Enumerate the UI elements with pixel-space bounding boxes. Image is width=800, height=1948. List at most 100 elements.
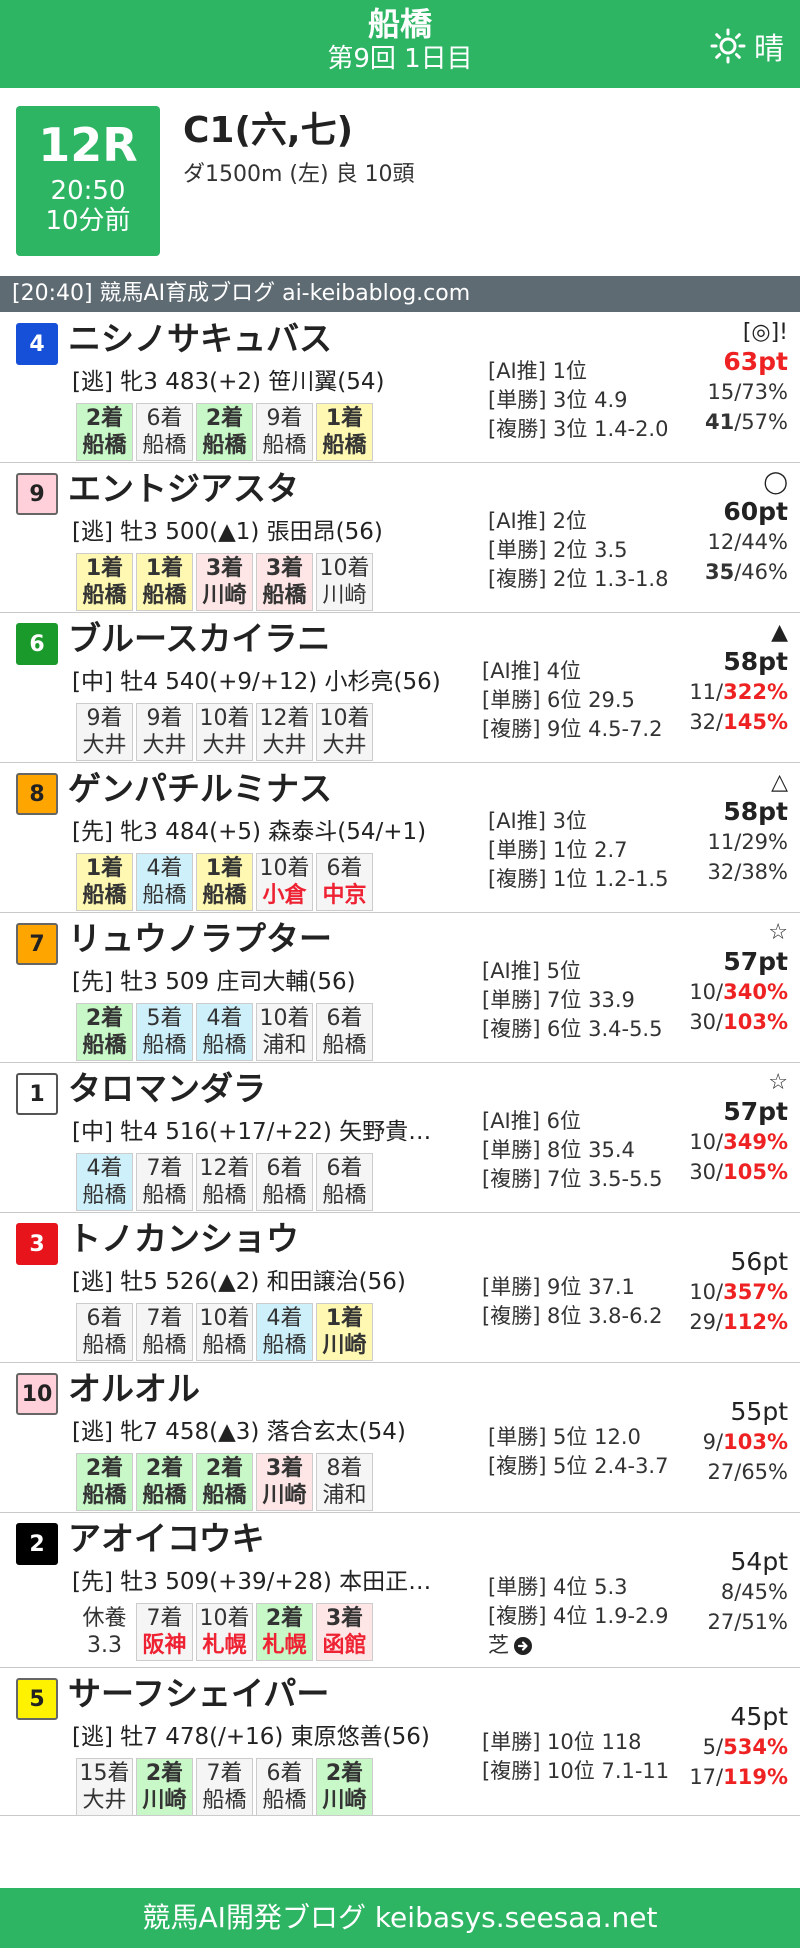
form-result: 9着 大井 [136,703,193,761]
place-rate: 30/103% [689,1010,788,1034]
horse-name[interactable]: サーフシェイパー [68,1672,329,1716]
horse-number-badge: 10 [16,1373,58,1415]
horse-detail: [逃] 牝3 483(+2) 笹川翼(54) [72,369,385,395]
form-result: 4着 船橋 [196,1003,253,1061]
horse-number-badge: 8 [16,773,58,815]
horse-name[interactable]: エントジアスタ [68,467,299,511]
form-result: 8着 浦和 [316,1453,373,1511]
form-result: 10着 浦和 [256,1003,313,1061]
win-rate: 12/44% [707,530,788,554]
blog-link-bar[interactable]: [20:40] 競馬AI育成ブログ ai-keibablog.com [0,276,800,312]
win-rate: 10/340% [689,980,788,1004]
form-result: 2着 川崎 [136,1758,193,1816]
form-result: 6着 中京 [316,853,373,911]
form-result: 6着 船橋 [136,403,193,461]
form-result: 10着 大井 [196,703,253,761]
turf-link[interactable]: 芝 [488,1631,668,1660]
win-odds: [単勝] 9位 37.1 [482,1275,635,1299]
points: 60pt [723,497,788,526]
horse-row[interactable]: 5 サーフシェイパー [逃] 牡7 478(/+16) 東原悠善(56) 15着… [0,1668,800,1816]
horse-number-badge: 4 [16,323,58,365]
place-rate: 32/38% [707,860,788,884]
form-result: 10着 札幌 [196,1603,253,1661]
form-result: 10着 川崎 [316,553,373,611]
horse-name[interactable]: オルオル [68,1367,200,1411]
prediction-mark: ☆ [768,920,788,945]
place-rate: 32/145% [689,710,788,734]
form-result: 4着 船橋 [256,1303,313,1361]
horse-name[interactable]: ゲンパチルミナス [68,767,332,811]
form-result: 7着 阪神 [136,1603,193,1661]
horse-name[interactable]: ブルースカイラニ [68,617,330,661]
weather-label: 晴 [754,32,784,67]
win-odds: [単勝] 3位 4.9 [488,388,628,412]
place-rate: 27/51% [707,1610,788,1634]
points: 58pt [723,647,788,676]
win-rate: 10/357% [689,1280,788,1304]
points-column: 55pt 9/103% 27/65% [703,1397,788,1487]
recent-form: 15着 大井 2着 川崎 7着 船橋 6着 船橋 2着 川崎 [76,1758,373,1816]
form-result: 3着 川崎 [256,1453,313,1511]
place-odds: [複勝] 5位 2.4-3.7 [488,1454,669,1478]
horse-name[interactable]: トノカンショウ [68,1217,299,1261]
form-result: 12着 船橋 [196,1153,253,1211]
horse-row[interactable]: 3 トノカンショウ [逃] 牡5 526(▲2) 和田譲治(56) 6着 船橋 7… [0,1213,800,1363]
recent-form: 2着 船橋 2着 船橋 2着 船橋 3着 川崎 8着 浦和 [76,1453,373,1511]
points: 55pt [730,1397,788,1426]
horse-detail: [逃] 牡7 478(/+16) 東原悠善(56) [72,1724,430,1750]
form-result: 7着 船橋 [136,1303,193,1361]
place-rate: 17/119% [689,1765,788,1789]
horse-number-badge: 6 [16,623,58,665]
win-odds: [単勝] 5位 12.0 [488,1425,641,1449]
points-column: 56pt 10/357% 29/112% [689,1247,788,1337]
place-rate: 35/46% [705,560,788,584]
footer-blog-link[interactable]: 競馬AI開発ブログ keibasys.seesaa.net [0,1888,800,1948]
horse-number-badge: 9 [16,473,58,515]
horse-row[interactable]: 8 ゲンパチルミナス [先] 牝3 484(+5) 森泰斗(54/+1) 1着船… [0,763,800,913]
points-column: [◎]! 63pt 15/73% 41/57% [705,319,788,437]
horse-row[interactable]: 7 リュウノラプター [先] 牡3 509 庄司大輔(56) 2着 船橋 5着 船橋… [0,913,800,1063]
horse-row[interactable]: 1 タロマンダラ [中] 牡4 516(+17/+22) 矢野貴之(56) 4着… [0,1063,800,1213]
win-odds: [単勝] 7位 33.9 [482,988,635,1012]
win-rate: 5/534% [702,1735,788,1759]
win-rate: 9/103% [702,1430,788,1454]
place-rate: 30/105% [689,1160,788,1184]
horse-detail: [先] 牡3 509 庄司大輔(56) [72,969,356,995]
form-result: 3着 函館 [316,1603,373,1661]
form-result: 1着 船橋 [76,553,133,611]
horse-row[interactable]: 6 ブルースカイラニ [中] 牡4 540(+9/+12) 小杉亮(56) 9着… [0,613,800,763]
place-odds: [複勝] 3位 1.4-2.0 [488,417,669,441]
sun-icon [710,28,746,64]
form-result: 2着 川崎 [316,1758,373,1816]
horse-row[interactable]: 10 オルオル [逃] 牝7 458(▲3) 落合玄太(54) 2着 船橋 2着船… [0,1363,800,1513]
horse-row[interactable]: 2 アオイコウキ [先] 牡3 509(+39/+28) 本田正重(56) 休養… [0,1513,800,1668]
horse-name[interactable]: タロマンダラ [68,1067,266,1111]
horse-name[interactable]: アオイコウキ [68,1517,265,1561]
form-result: 1着 船橋 [196,853,253,911]
form-result: 2着 船橋 [136,1453,193,1511]
horse-row[interactable]: 4 ニシノサキュバス [逃] 牝3 483(+2) 笹川翼(54) 2着 船橋 6… [0,313,800,463]
horse-number-badge: 3 [16,1223,58,1265]
points: 58pt [723,797,788,826]
points: 56pt [730,1247,788,1276]
horse-detail: [中] 牡4 540(+9/+12) 小杉亮(56) [72,669,441,695]
place-odds: [複勝] 9位 4.5-7.2 [482,717,663,741]
horse-name[interactable]: リュウノラプター [68,917,332,961]
recent-form: 1着 船橋 4着 船橋 1着 船橋 10着 小倉 6着 中京 [76,853,373,911]
form-result: 1着 船橋 [76,853,133,911]
form-result: 6着 船橋 [256,1153,313,1211]
odds-stats: [単勝] 10位 118 [複勝] 10位 7.1-11 [482,1728,669,1786]
points-column: ☆ 57pt 10/349% 30/105% [689,1069,788,1187]
horse-row[interactable]: 9 エントジアスタ [逃] 牡3 500(▲1) 張田昂(56) 1着 船橋 1着… [0,463,800,613]
points-column: ◯ 60pt 12/44% 35/46% [705,469,788,587]
horse-detail: [先] 牡3 509(+39/+28) 本田正重(56) [72,1569,442,1595]
form-result: 10着 大井 [316,703,373,761]
recent-form: 2着 船橋 6着 船橋 2着 船橋 9着 船橋 1着 船橋 [76,403,373,461]
horse-name[interactable]: ニシノサキュバス [68,317,332,361]
form-result: 3着 船橋 [256,553,313,611]
points-column: ☆ 57pt 10/340% 30/103% [689,919,788,1037]
points-column: △ 58pt 11/29% 32/38% [708,769,788,887]
place-odds: [複勝] 2位 1.3-1.8 [488,567,669,591]
prediction-mark: △ [771,770,788,795]
odds-stats: [AI推] 1位 [単勝] 3位 4.9 [複勝] 3位 1.4-2.0 [488,357,668,444]
